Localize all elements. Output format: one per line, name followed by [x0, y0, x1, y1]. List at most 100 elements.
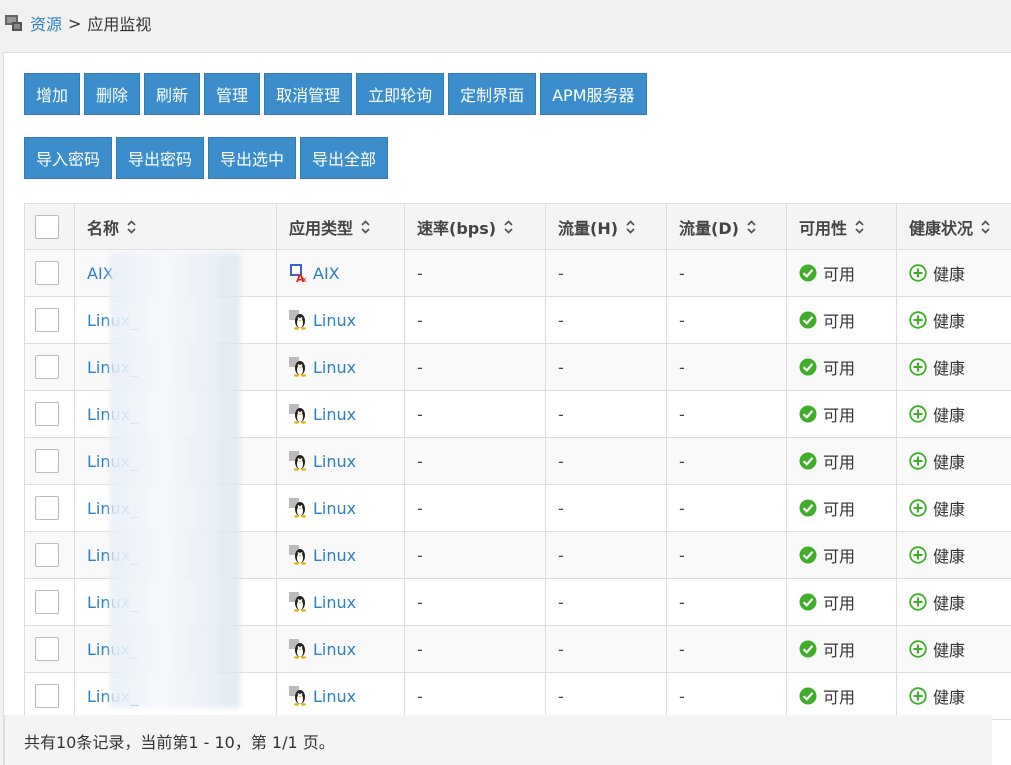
app-type-cell: Linux	[277, 344, 405, 390]
row-select-cell	[25, 626, 75, 672]
table-row[interactable]: Linux_ Linux - - - 可用 健康	[25, 532, 1011, 579]
health-cell: 健康	[897, 626, 1011, 672]
select-all-checkbox[interactable]	[35, 214, 59, 239]
export-all-button[interactable]: 导出全部	[300, 137, 389, 179]
app-name-link[interactable]: Linux_	[87, 687, 138, 706]
sort-icon	[626, 219, 635, 234]
app-type-label: Linux	[313, 357, 357, 377]
unmanage-button[interactable]: 取消管理	[264, 73, 353, 115]
row-checkbox[interactable]	[35, 308, 59, 332]
app-name-link[interactable]: Linux_	[87, 358, 138, 377]
app-name-link[interactable]: Linux_	[87, 546, 138, 565]
plus-circle-icon	[909, 546, 927, 564]
rate-value: -	[417, 263, 423, 283]
column-header-label: 名称	[87, 218, 120, 238]
app-name-link[interactable]: AIX	[87, 264, 114, 283]
app-name-link[interactable]: Linux_	[87, 499, 138, 518]
column-header-app-type[interactable]: 应用类型	[277, 204, 405, 249]
app-monitor-table: 名称 应用类型 速率(bps) 流量(H) 流量(D) 可用性 健康状况 AIX…	[24, 203, 1011, 720]
rate-value: -	[417, 592, 423, 612]
apm-server-button[interactable]: APM服务器	[540, 73, 647, 115]
table-row[interactable]: Linux_ Linux - - - 可用 健康	[25, 391, 1011, 438]
app-name-link[interactable]: Linux_	[87, 405, 138, 424]
table-row[interactable]: Linux_ Linux - - - 可用 健康	[25, 626, 1011, 673]
manage-button[interactable]: 管理	[204, 73, 261, 115]
app-name-link[interactable]: Linux_	[87, 593, 138, 612]
export-password-button[interactable]: 导出密码	[116, 137, 205, 179]
row-checkbox[interactable]	[35, 590, 59, 614]
table-row[interactable]: Linux_ Linux - - - 可用 健康	[25, 485, 1011, 532]
monitor-icon	[4, 13, 24, 33]
column-header-availability[interactable]: 可用性	[787, 204, 897, 249]
flow-d-cell: -	[667, 344, 787, 390]
rate-value: -	[417, 357, 423, 377]
row-checkbox[interactable]	[35, 449, 59, 473]
row-checkbox[interactable]	[35, 261, 59, 285]
availability-status: 可用	[823, 594, 856, 613]
row-checkbox[interactable]	[35, 496, 59, 520]
column-header-health[interactable]: 健康状况	[897, 204, 1011, 249]
app-type-cell: Ax AIX	[277, 250, 405, 296]
row-checkbox[interactable]	[35, 402, 59, 426]
app-name-link[interactable]: Linux_	[87, 452, 138, 471]
name-cell: AIX	[75, 250, 277, 296]
breadcrumb-root-link[interactable]: 资源	[30, 11, 62, 35]
availability-cell: 可用	[787, 673, 897, 719]
app-type-cell: Linux	[277, 297, 405, 343]
linux-penguin-icon	[289, 357, 307, 377]
delete-button[interactable]: 删除	[84, 73, 141, 115]
app-name-link[interactable]: Linux_	[87, 640, 138, 659]
svg-text:x: x	[302, 275, 307, 283]
health-status: 健康	[933, 547, 966, 566]
row-checkbox[interactable]	[35, 543, 59, 567]
flow-d-value: -	[679, 686, 685, 706]
flow-h-value: -	[558, 592, 564, 612]
health-cell: 健康	[897, 391, 1011, 437]
availability-status: 可用	[823, 406, 856, 425]
customize-ui-button[interactable]: 定制界面	[448, 73, 537, 115]
aix-icon: Ax	[289, 263, 307, 285]
flow-d-cell: -	[667, 532, 787, 578]
table-row[interactable]: Linux_ Linux - - - 可用 健康	[25, 673, 1011, 720]
plus-circle-icon	[909, 358, 927, 376]
flow-d-cell: -	[667, 673, 787, 719]
column-header-name[interactable]: 名称	[75, 204, 277, 249]
table-row[interactable]: Linux_ Linux - - - 可用 健康	[25, 438, 1011, 485]
table-row[interactable]: Linux_ Linux - - - 可用 健康	[25, 297, 1011, 344]
add-button[interactable]: 增加	[24, 73, 81, 115]
pagination-summary: 共有10条记录，当前第1 - 10，第 1/1 页。	[4, 715, 992, 765]
health-status: 健康	[933, 359, 966, 378]
table-header: 名称 应用类型 速率(bps) 流量(H) 流量(D) 可用性 健康状况	[25, 204, 1011, 250]
column-header-flow-d[interactable]: 流量(D)	[667, 204, 787, 249]
linux-penguin-icon	[289, 592, 307, 612]
import-password-button[interactable]: 导入密码	[24, 137, 113, 179]
table-row[interactable]: Linux_ Linux - - - 可用 健康	[25, 344, 1011, 391]
rate-value: -	[417, 545, 423, 565]
health-status: 健康	[933, 594, 966, 613]
poll-now-button[interactable]: 立即轮询	[356, 73, 445, 115]
row-checkbox[interactable]	[35, 355, 59, 379]
export-selected-button[interactable]: 导出选中	[208, 137, 297, 179]
flow-h-cell: -	[546, 391, 667, 437]
check-circle-icon	[799, 687, 817, 705]
flow-h-value: -	[558, 451, 564, 471]
refresh-button[interactable]: 刷新	[144, 73, 201, 115]
sort-icon	[981, 219, 990, 234]
table-row[interactable]: AIX Ax AIX - - - 可用 健康	[25, 250, 1011, 297]
row-checkbox[interactable]	[35, 684, 59, 708]
app-type-cell: Linux	[277, 673, 405, 719]
column-header-rate[interactable]: 速率(bps)	[405, 204, 546, 249]
health-cell: 健康	[897, 438, 1011, 484]
rate-value: -	[417, 498, 423, 518]
check-circle-icon	[799, 546, 817, 564]
table-row[interactable]: Linux_ Linux - - - 可用 健康	[25, 579, 1011, 626]
rate-cell: -	[405, 297, 546, 343]
health-cell: 健康	[897, 344, 1011, 390]
health-cell: 健康	[897, 485, 1011, 531]
app-name-link[interactable]: Linux_	[87, 311, 138, 330]
flow-d-value: -	[679, 545, 685, 565]
row-checkbox[interactable]	[35, 637, 59, 661]
plus-circle-icon	[909, 264, 927, 282]
column-header-flow-h[interactable]: 流量(H)	[546, 204, 667, 249]
linux-penguin-icon	[289, 686, 307, 706]
